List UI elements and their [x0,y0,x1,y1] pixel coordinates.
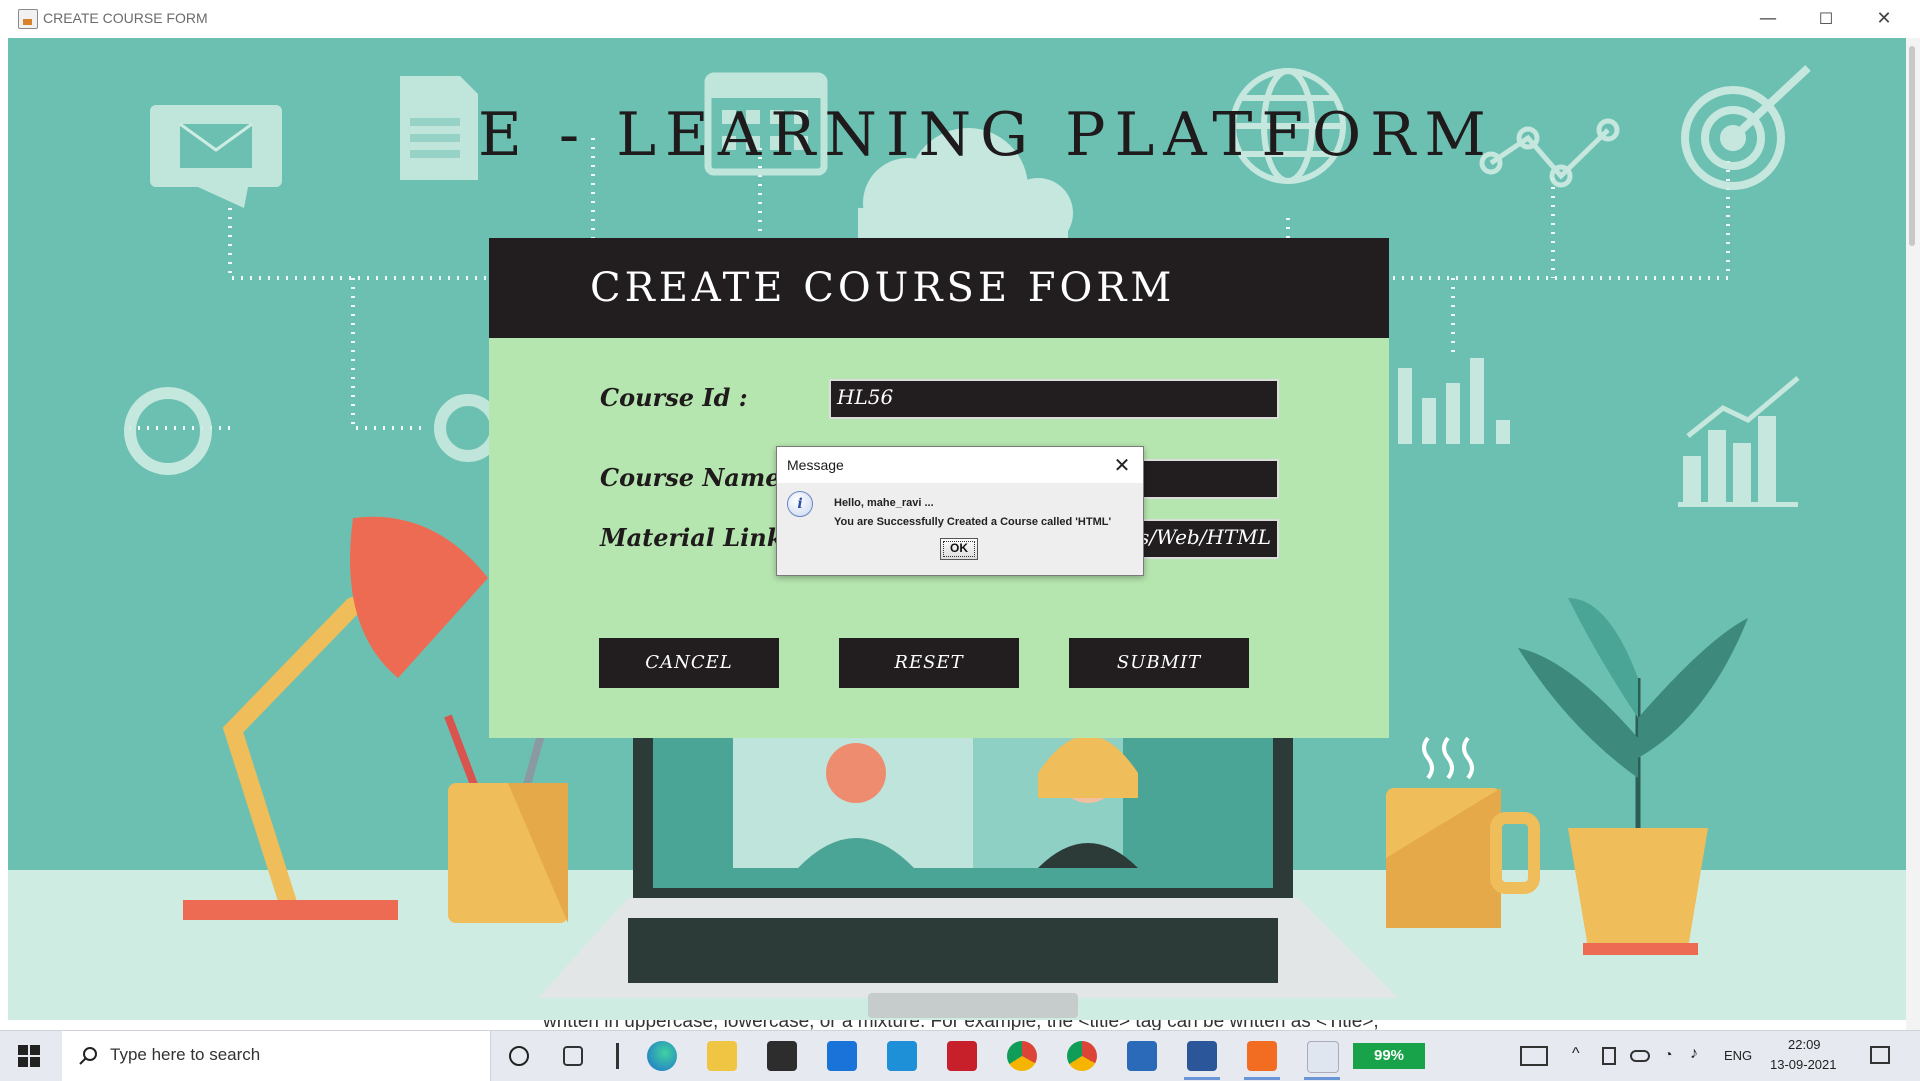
l-app-icon[interactable] [887,1041,917,1071]
mail-deco-icon [150,105,282,208]
window-title-bar[interactable]: CREATE COURSE FORM — ☐ ✕ [8,0,1912,39]
info-icon: i [787,491,813,517]
taskbar-divider [616,1043,619,1069]
message-dialog: Message ✕ i Hello, mahe_ravi ... You are… [776,446,1144,576]
search-icon [79,1047,97,1065]
reset-button[interactable]: RESET [839,638,1019,688]
close-button[interactable]: ✕ [1855,0,1913,38]
bar-chart-deco-icon [1398,358,1510,444]
submit-button[interactable]: SUBMIT [1069,638,1249,688]
battery-indicator[interactable]: 99% [1353,1043,1425,1069]
tray-chevron-up-icon[interactable]: ^ [1572,1045,1580,1063]
cortana-icon[interactable] [509,1046,529,1066]
donut-deco-icon [124,387,212,475]
background-document-text: written in uppercase, lowercase, or a mi… [543,1020,1379,1030]
growth-chart-deco-icon [1678,376,1800,507]
news-widget-icon[interactable] [1520,1046,1548,1066]
target-deco-icon [1681,65,1811,190]
edge-icon[interactable] [647,1041,677,1071]
file-explorer-icon[interactable] [707,1041,737,1071]
document-deco-icon [400,76,478,180]
word-icon[interactable] [1187,1041,1217,1071]
dialog-title-bar[interactable]: Message ✕ [777,447,1143,483]
virtualbox-icon[interactable] [1127,1041,1157,1071]
form-title: CREATE COURSE FORM [590,265,1176,311]
java-icon[interactable] [1307,1041,1339,1073]
clock-date[interactable]: 13-09-2021 [1770,1057,1837,1072]
chrome-icon[interactable] [1007,1041,1037,1071]
xampp-icon[interactable] [1247,1041,1277,1071]
tray-device-icon[interactable] [1602,1047,1616,1065]
java-app-icon [18,9,38,29]
chrome-profile-icon[interactable] [1067,1041,1097,1071]
course-id-input[interactable]: HL56 [829,379,1279,419]
line-chart-deco-icon [1479,118,1620,188]
ok-button[interactable]: OK [940,538,978,560]
gear-deco-icon [434,394,502,462]
clock-time[interactable]: 22:09 [1788,1037,1821,1052]
onedrive-icon[interactable] [1630,1050,1650,1062]
scrollbar-thumb[interactable] [1909,46,1915,246]
main-title: E - LEARNING PLATFORM [478,100,1495,170]
windows-logo-icon [18,1045,40,1067]
maximize-button[interactable]: ☐ [1797,0,1855,38]
minimize-button[interactable]: — [1739,0,1797,38]
cancel-button[interactable]: CANCEL [599,638,779,688]
laptop-illustration [538,728,1398,1018]
potted-plant-illustration [1518,598,1748,955]
mail-icon[interactable] [827,1041,857,1071]
taskbar: Type here to search 99% ^ ◔ ♪ ENG 22:09 … [0,1030,1920,1081]
language-indicator[interactable]: ENG [1724,1048,1752,1063]
window-title: CREATE COURSE FORM [43,10,208,26]
dialog-title: Message [787,457,844,473]
course-name-label: Course Name [600,463,781,492]
dialog-message-line1: Hello, mahe_ravi ... [834,497,934,509]
desk-lamp-illustration [183,516,488,920]
pencil-cup-illustration [444,714,568,923]
wifi-icon[interactable]: ◔ [1664,1046,1672,1062]
dialog-body: i Hello, mahe_ravi ... You are Successfu… [777,483,1143,575]
start-button[interactable] [18,1045,40,1067]
background-document-strip: written in uppercase, lowercase, or a mi… [8,1020,1906,1030]
notification-icon[interactable] [1870,1046,1890,1064]
volume-icon[interactable]: ♪ [1690,1045,1698,1063]
dialog-close-button[interactable]: ✕ [1107,451,1137,479]
taskbar-search-box[interactable]: Type here to search [62,1031,491,1081]
coffee-mug-illustration [1386,736,1540,928]
vertical-scrollbar[interactable] [1906,38,1920,1030]
store-icon[interactable] [767,1041,797,1071]
search-placeholder: Type here to search [110,1045,261,1064]
task-view-icon[interactable] [563,1046,583,1066]
course-id-label: Course Id : [600,383,748,412]
material-link-label: Material Link [600,523,784,552]
mcafee-icon[interactable] [947,1041,977,1071]
dialog-message-line2: You are Successfully Created a Course ca… [834,516,1112,528]
